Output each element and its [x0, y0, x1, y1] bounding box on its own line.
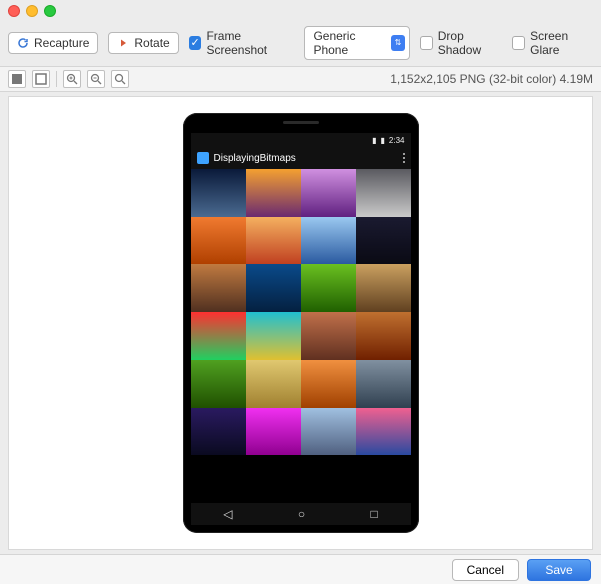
grid-tile	[246, 312, 301, 360]
app-icon	[197, 152, 209, 164]
frame-screenshot-label: Frame Screenshot	[206, 29, 294, 57]
toolbar: Recapture Rotate Frame Screenshot Generi…	[0, 22, 601, 66]
status-time: 2:34	[389, 136, 405, 145]
bottom-bar: Cancel Save	[0, 554, 601, 584]
grid-tile	[301, 312, 356, 360]
grid-tile	[301, 264, 356, 312]
recapture-button[interactable]: Recapture	[8, 32, 98, 54]
grid-tile	[246, 360, 301, 408]
grid-tile	[356, 360, 411, 408]
play-icon	[117, 37, 129, 49]
grid-tile	[356, 169, 411, 217]
cancel-button[interactable]: Cancel	[452, 559, 519, 581]
grid-tile	[191, 408, 246, 456]
fit-zoom-button[interactable]	[32, 70, 50, 88]
signal-icon: ▮	[372, 136, 376, 145]
grid-tile	[356, 312, 411, 360]
canvas-area[interactable]: ▮ ▮ 2:34 DisplayingBitmaps ◁ ○ □	[8, 96, 593, 550]
grid-tile	[356, 217, 411, 265]
phone-statusbar: ▮ ▮ 2:34	[191, 133, 411, 147]
grid-tile	[191, 455, 246, 503]
zoom-in-button[interactable]	[63, 70, 81, 88]
grid-tile	[301, 408, 356, 456]
save-button[interactable]: Save	[527, 559, 591, 581]
grid-tile	[301, 360, 356, 408]
grid-tile	[191, 217, 246, 265]
window-zoom-button[interactable]	[44, 5, 56, 17]
image-grid	[191, 169, 411, 503]
grid-tile	[301, 217, 356, 265]
actual-size-button[interactable]	[8, 70, 26, 88]
phone-frame: ▮ ▮ 2:34 DisplayingBitmaps ◁ ○ □	[183, 113, 419, 533]
screen-glare-label: Screen Glare	[530, 29, 593, 57]
device-select-value: Generic Phone	[313, 29, 384, 57]
zoom-out-icon	[90, 73, 102, 85]
checkbox-box	[189, 36, 202, 50]
checkbox-box	[512, 36, 525, 50]
dropdown-arrows-icon: ⇅	[391, 35, 405, 51]
window-minimize-button[interactable]	[26, 5, 38, 17]
image-info-text: 1,152x2,105 PNG (32-bit color) 4.19M	[390, 72, 593, 86]
zoom-out-button[interactable]	[87, 70, 105, 88]
nav-recent-icon: □	[371, 507, 378, 521]
grid-tile	[246, 455, 301, 503]
grid-tile	[356, 264, 411, 312]
window-close-button[interactable]	[8, 5, 20, 17]
separator	[56, 71, 57, 87]
phone-navbar: ◁ ○ □	[191, 503, 411, 525]
checkbox-box	[420, 36, 433, 50]
nav-home-icon: ○	[298, 507, 305, 521]
magnifier-icon	[114, 73, 126, 85]
zoom-in-icon	[66, 73, 78, 85]
phone-appbar: DisplayingBitmaps	[191, 147, 411, 169]
grid-tile	[246, 217, 301, 265]
nav-back-icon: ◁	[223, 507, 232, 521]
grid-tile	[191, 169, 246, 217]
drop-shadow-label: Drop Shadow	[438, 29, 503, 57]
grid-tile	[356, 455, 411, 503]
phone-speaker	[191, 121, 411, 127]
grid-tile	[246, 408, 301, 456]
phone-screen: ▮ ▮ 2:34 DisplayingBitmaps ◁ ○ □	[191, 133, 411, 525]
drop-shadow-checkbox[interactable]: Drop Shadow	[420, 29, 502, 57]
grid-tile	[301, 455, 356, 503]
rotate-label: Rotate	[134, 36, 169, 50]
recapture-label: Recapture	[34, 36, 89, 50]
overflow-menu-icon	[403, 153, 405, 163]
zoom-reset-button[interactable]	[111, 70, 129, 88]
frame-screenshot-checkbox[interactable]: Frame Screenshot	[189, 29, 295, 57]
battery-icon: ▮	[381, 136, 385, 145]
grid-tile	[246, 264, 301, 312]
grid-tile	[356, 408, 411, 456]
square-solid-icon	[11, 73, 23, 85]
window-titlebar	[0, 0, 601, 22]
refresh-icon	[17, 37, 29, 49]
app-title: DisplayingBitmaps	[214, 153, 296, 164]
rotate-button[interactable]: Rotate	[108, 32, 178, 54]
device-frame-select[interactable]: Generic Phone ⇅	[304, 26, 410, 60]
grid-tile	[246, 169, 301, 217]
square-outline-icon	[35, 73, 47, 85]
grid-tile	[301, 169, 356, 217]
grid-tile	[191, 360, 246, 408]
grid-tile	[191, 312, 246, 360]
view-bar: 1,152x2,105 PNG (32-bit color) 4.19M	[0, 66, 601, 92]
grid-tile	[191, 264, 246, 312]
screen-glare-checkbox[interactable]: Screen Glare	[512, 29, 593, 57]
